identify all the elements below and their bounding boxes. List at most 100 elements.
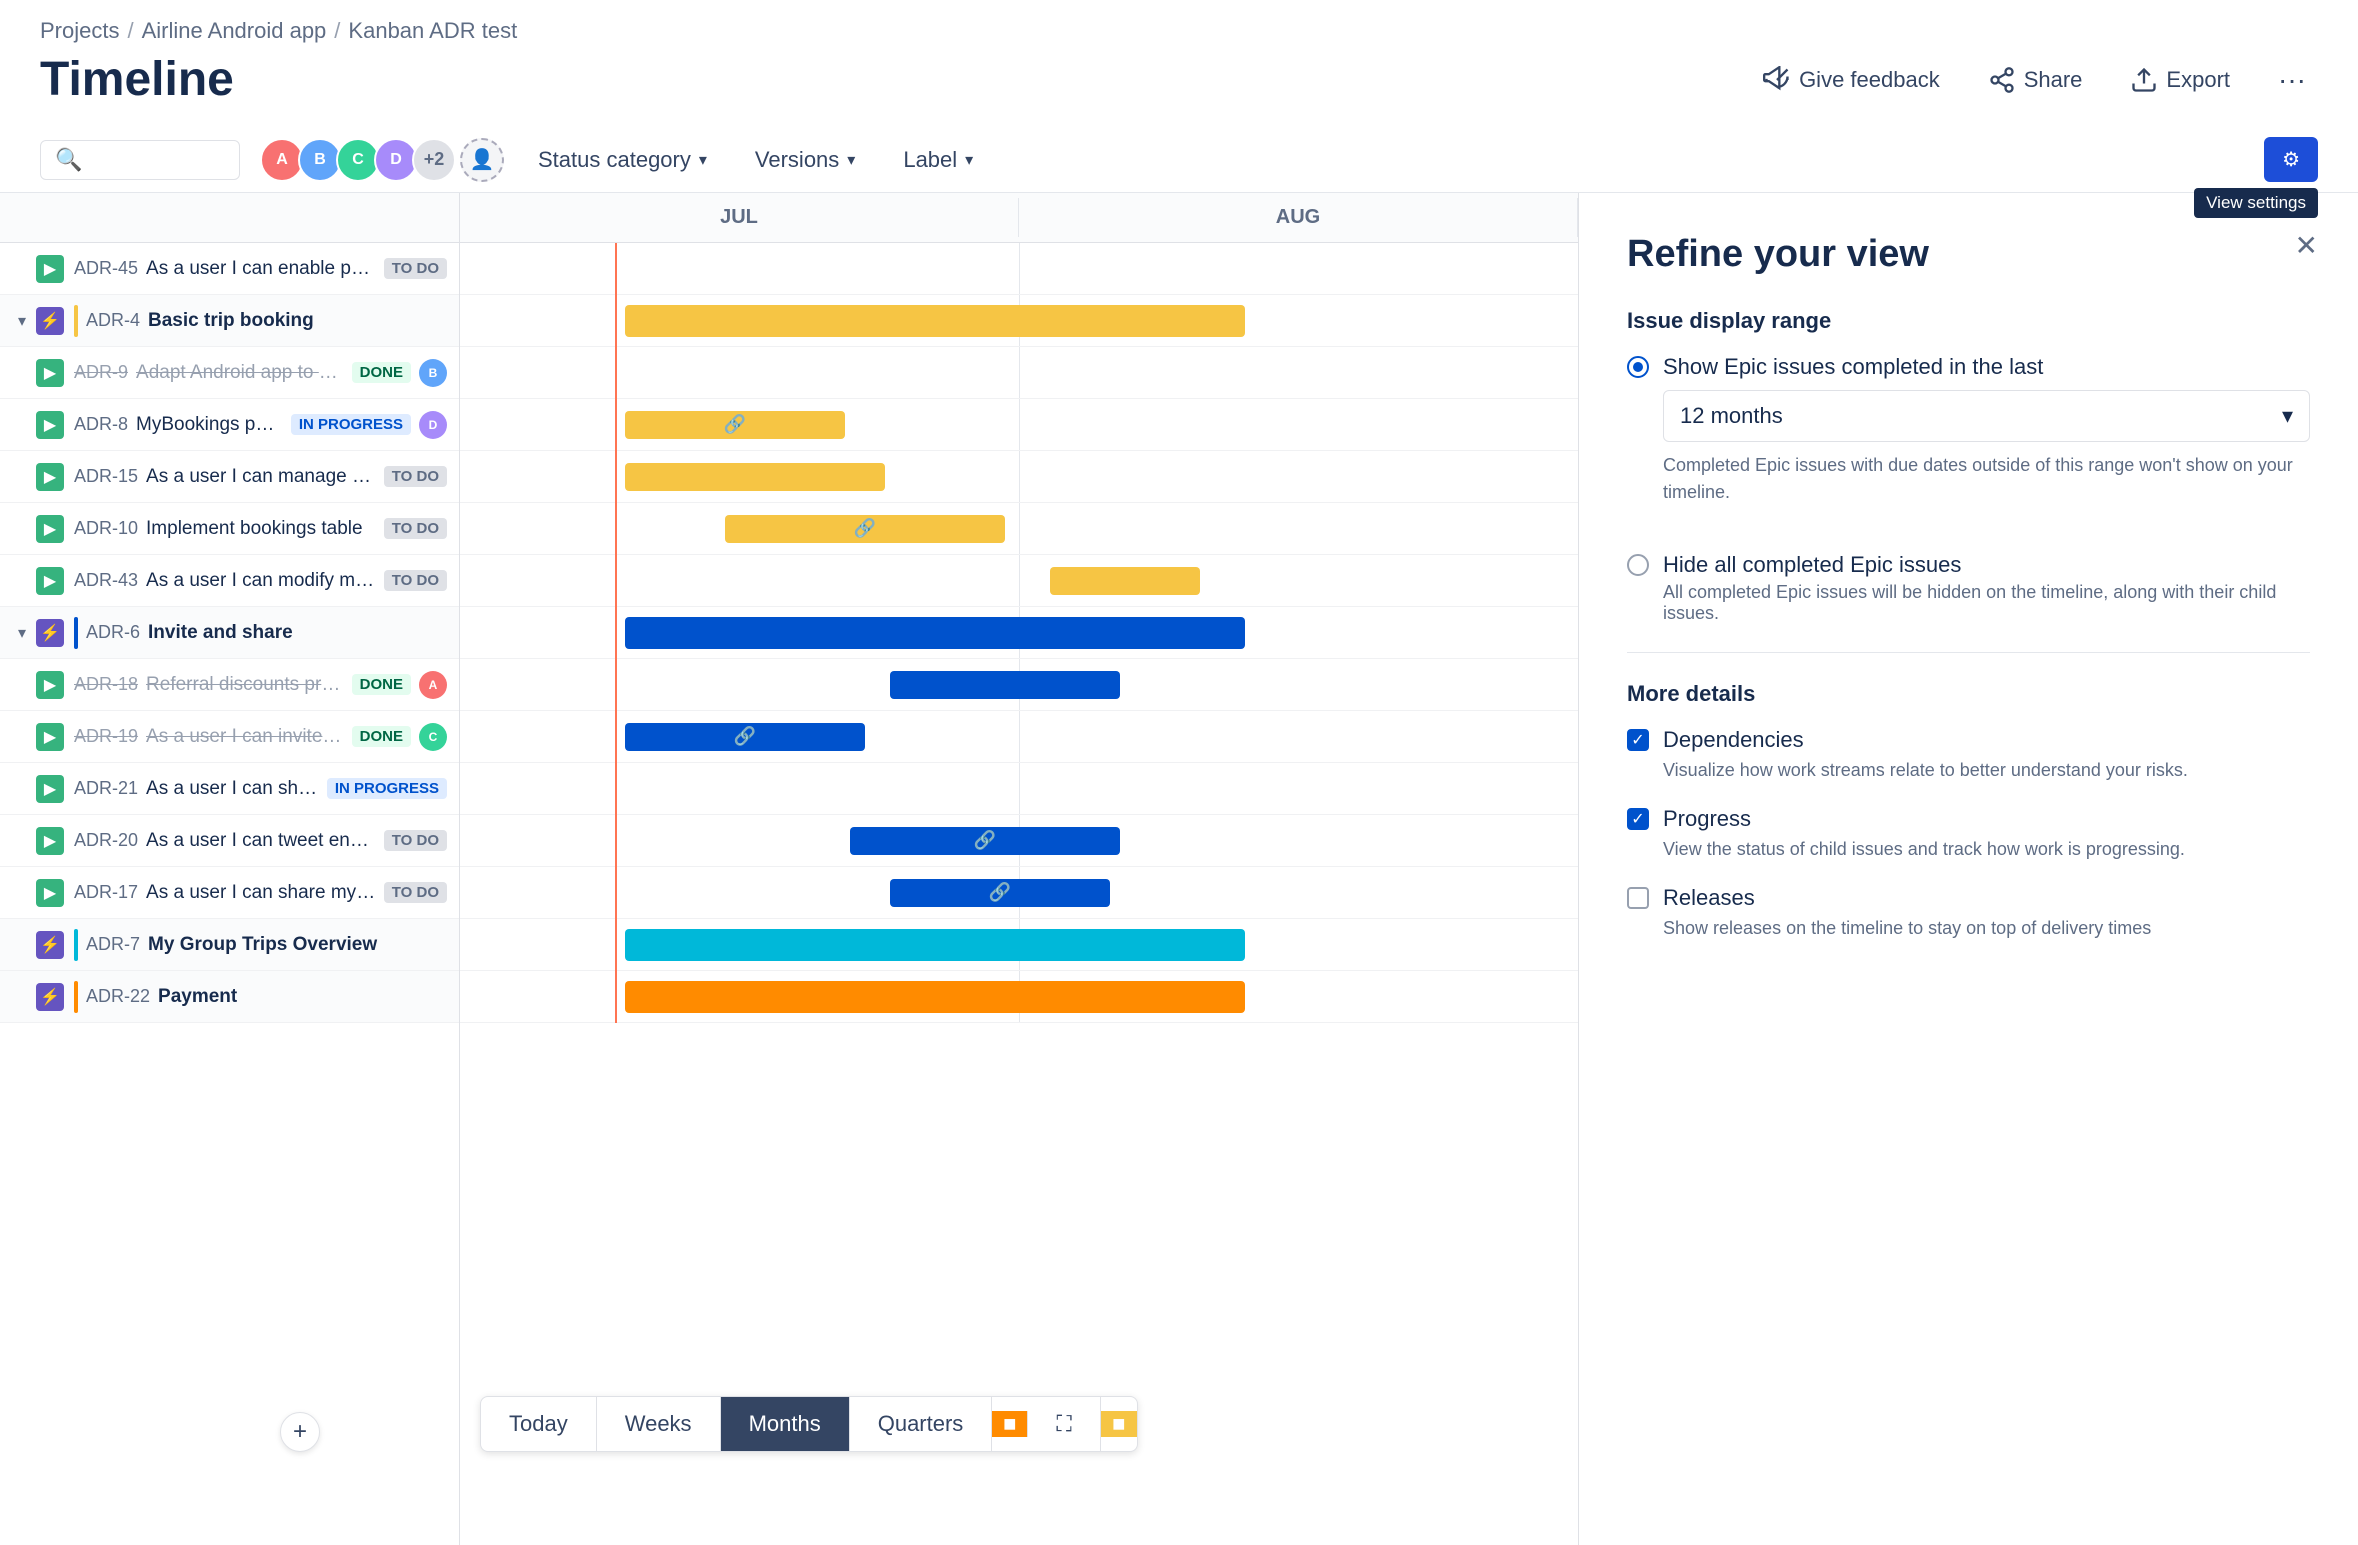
weeks-button[interactable]: Weeks xyxy=(597,1397,721,1451)
story-bar[interactable] xyxy=(1050,567,1200,595)
gantt-row xyxy=(460,919,1578,971)
story-bar[interactable]: 🔗 xyxy=(725,515,1005,543)
search-box[interactable]: 🔍 xyxy=(40,140,240,180)
status-badge: TO DO xyxy=(384,258,447,279)
show-epic-option[interactable]: Show Epic issues completed in the last 1… xyxy=(1627,354,2310,530)
issue-name: As a user I can tweet endle... xyxy=(146,830,376,852)
epic-color-bar xyxy=(74,305,78,337)
story-bar[interactable]: 🔗 xyxy=(625,723,865,751)
zoom-right-button[interactable]: ■ xyxy=(1101,1411,1137,1437)
table-row[interactable]: ▶ ADR-43 As a user I can modify my ... T… xyxy=(0,555,459,607)
hide-epic-option[interactable]: Hide all completed Epic issues All compl… xyxy=(1627,552,2310,624)
epic-icon: ⚡ xyxy=(36,619,64,647)
story-bar[interactable] xyxy=(625,463,885,491)
breadcrumb-board[interactable]: Kanban ADR test xyxy=(348,18,517,44)
dependencies-checkbox[interactable]: ✓ xyxy=(1627,729,1649,751)
epic-icon: ⚡ xyxy=(36,931,64,959)
feedback-button[interactable]: Give feedback xyxy=(1751,60,1952,100)
table-row[interactable]: ⚡ ADR-22 Payment xyxy=(0,971,459,1023)
page-title-row: Timeline Give feedback Share Export ··· xyxy=(40,52,2318,107)
status-badge: IN PROGRESS xyxy=(327,778,447,799)
releases-checkbox[interactable] xyxy=(1627,887,1649,909)
add-assignee-button[interactable]: 👤 xyxy=(460,138,504,182)
table-row[interactable]: ▶ ADR-18 Referral discounts proc... DONE… xyxy=(0,659,459,711)
issue-id: ADR-19 xyxy=(74,726,138,747)
issue-name: Basic trip booking xyxy=(148,310,447,332)
table-row[interactable]: ▾ ⚡ ADR-6 Invite and share xyxy=(0,607,459,659)
table-row[interactable]: ▶ ADR-45 As a user I can enable pus... T… xyxy=(0,243,459,295)
export-label: Export xyxy=(2166,67,2230,93)
progress-option[interactable]: ✓ Progress View the status of child issu… xyxy=(1627,806,2310,863)
show-epic-radio[interactable] xyxy=(1627,356,1649,378)
collapse-icon[interactable]: ▾ xyxy=(12,311,32,331)
story-bar[interactable]: 🔗 xyxy=(890,879,1110,907)
breadcrumb-projects[interactable]: Projects xyxy=(40,18,119,44)
story-bar[interactable] xyxy=(890,671,1120,699)
story-bar[interactable]: 🔗 xyxy=(625,411,845,439)
table-row[interactable]: ▾ ⚡ ADR-4 Basic trip booking xyxy=(0,295,459,347)
issue-id: ADR-43 xyxy=(74,570,138,591)
versions-filter[interactable]: Versions ▾ xyxy=(741,141,869,179)
releases-option[interactable]: Releases Show releases on the timeline t… xyxy=(1627,885,2310,942)
status-badge: IN PROGRESS xyxy=(291,414,411,435)
main-content: ▶ ADR-45 As a user I can enable pus... T… xyxy=(0,193,2358,1545)
label-filter[interactable]: Label ▾ xyxy=(889,141,987,179)
header-actions: Give feedback Share Export ··· xyxy=(1751,58,2318,102)
table-row[interactable]: ▶ ADR-9 Adapt Android app to ne... DONE … xyxy=(0,347,459,399)
table-row[interactable]: ▶ ADR-17 As a user I can share my up... … xyxy=(0,867,459,919)
gantt-row xyxy=(460,451,1578,503)
months-button[interactable]: Months xyxy=(721,1397,850,1451)
epic-icon: ⚡ xyxy=(36,983,64,1011)
dependencies-note: Visualize how work streams relate to bet… xyxy=(1663,757,2188,784)
versions-label: Versions xyxy=(755,147,839,173)
progress-checkbox[interactable]: ✓ xyxy=(1627,808,1649,830)
panel-title: Refine your view xyxy=(1627,233,2310,276)
fullscreen-button[interactable]: ⛶ xyxy=(1028,1397,1100,1451)
export-button[interactable]: Export xyxy=(2118,60,2242,100)
breadcrumb-app[interactable]: Airline Android app xyxy=(142,18,327,44)
table-row[interactable]: ▶ ADR-20 As a user I can tweet endle... … xyxy=(0,815,459,867)
checkmark-icon: ✓ xyxy=(1631,809,1644,829)
epic-bar[interactable] xyxy=(625,929,1245,961)
story-icon: ▶ xyxy=(36,827,64,855)
close-panel-button[interactable]: ✕ xyxy=(2295,229,2318,262)
story-bar[interactable]: 🔗 xyxy=(850,827,1120,855)
issue-id: ADR-21 xyxy=(74,778,138,799)
epic-bar[interactable] xyxy=(625,981,1245,1013)
view-settings-tooltip: View settings xyxy=(2194,188,2318,218)
epic-color-bar xyxy=(74,981,78,1013)
epic-bar[interactable] xyxy=(625,617,1245,649)
table-row[interactable]: ▶ ADR-10 Implement bookings table TO DO xyxy=(0,503,459,555)
more-options-button[interactable]: ··· xyxy=(2266,58,2318,102)
search-input[interactable] xyxy=(90,148,225,171)
zoom-orange-button[interactable]: ■ xyxy=(992,1411,1028,1437)
avatar-more[interactable]: +2 xyxy=(412,138,456,182)
collapse-icon[interactable]: ▾ xyxy=(12,623,32,643)
table-row[interactable]: ▶ ADR-19 As a user I can invite fri... D… xyxy=(0,711,459,763)
status-category-filter[interactable]: Status category ▾ xyxy=(524,141,721,179)
story-icon: ▶ xyxy=(36,567,64,595)
months-dropdown[interactable]: 12 months ▾ xyxy=(1663,390,2310,442)
issue-display-range-title: Issue display range xyxy=(1627,308,2310,334)
releases-label: Releases xyxy=(1663,885,2151,911)
today-button[interactable]: Today xyxy=(481,1397,597,1451)
timeline-column-header xyxy=(0,193,459,243)
divider xyxy=(1627,652,2310,653)
add-item-button[interactable]: + xyxy=(280,1412,320,1452)
share-button[interactable]: Share xyxy=(1976,60,2095,100)
link-icon: 🔗 xyxy=(854,518,876,539)
status-badge: TO DO xyxy=(384,466,447,487)
dependencies-option[interactable]: ✓ Dependencies Visualize how work stream… xyxy=(1627,727,2310,784)
issue-id: ADR-22 xyxy=(86,986,150,1007)
status-badge: DONE xyxy=(352,362,411,383)
view-settings-button[interactable]: ⚙ xyxy=(2264,137,2318,182)
epic-bar[interactable] xyxy=(625,305,1245,337)
gantt-row: 🔗 xyxy=(460,399,1578,451)
table-row[interactable]: ▶ ADR-8 MyBookings page IN PROGRESS D xyxy=(0,399,459,451)
table-row[interactable]: ⚡ ADR-7 My Group Trips Overview xyxy=(0,919,459,971)
hide-epic-radio[interactable] xyxy=(1627,554,1649,576)
table-row[interactable]: ▶ ADR-15 As a user I can manage my ... T… xyxy=(0,451,459,503)
table-row[interactable]: ▶ ADR-21 As a user I can share ... IN PR… xyxy=(0,763,459,815)
gantt-row xyxy=(460,555,1578,607)
quarters-button[interactable]: Quarters xyxy=(850,1397,993,1451)
